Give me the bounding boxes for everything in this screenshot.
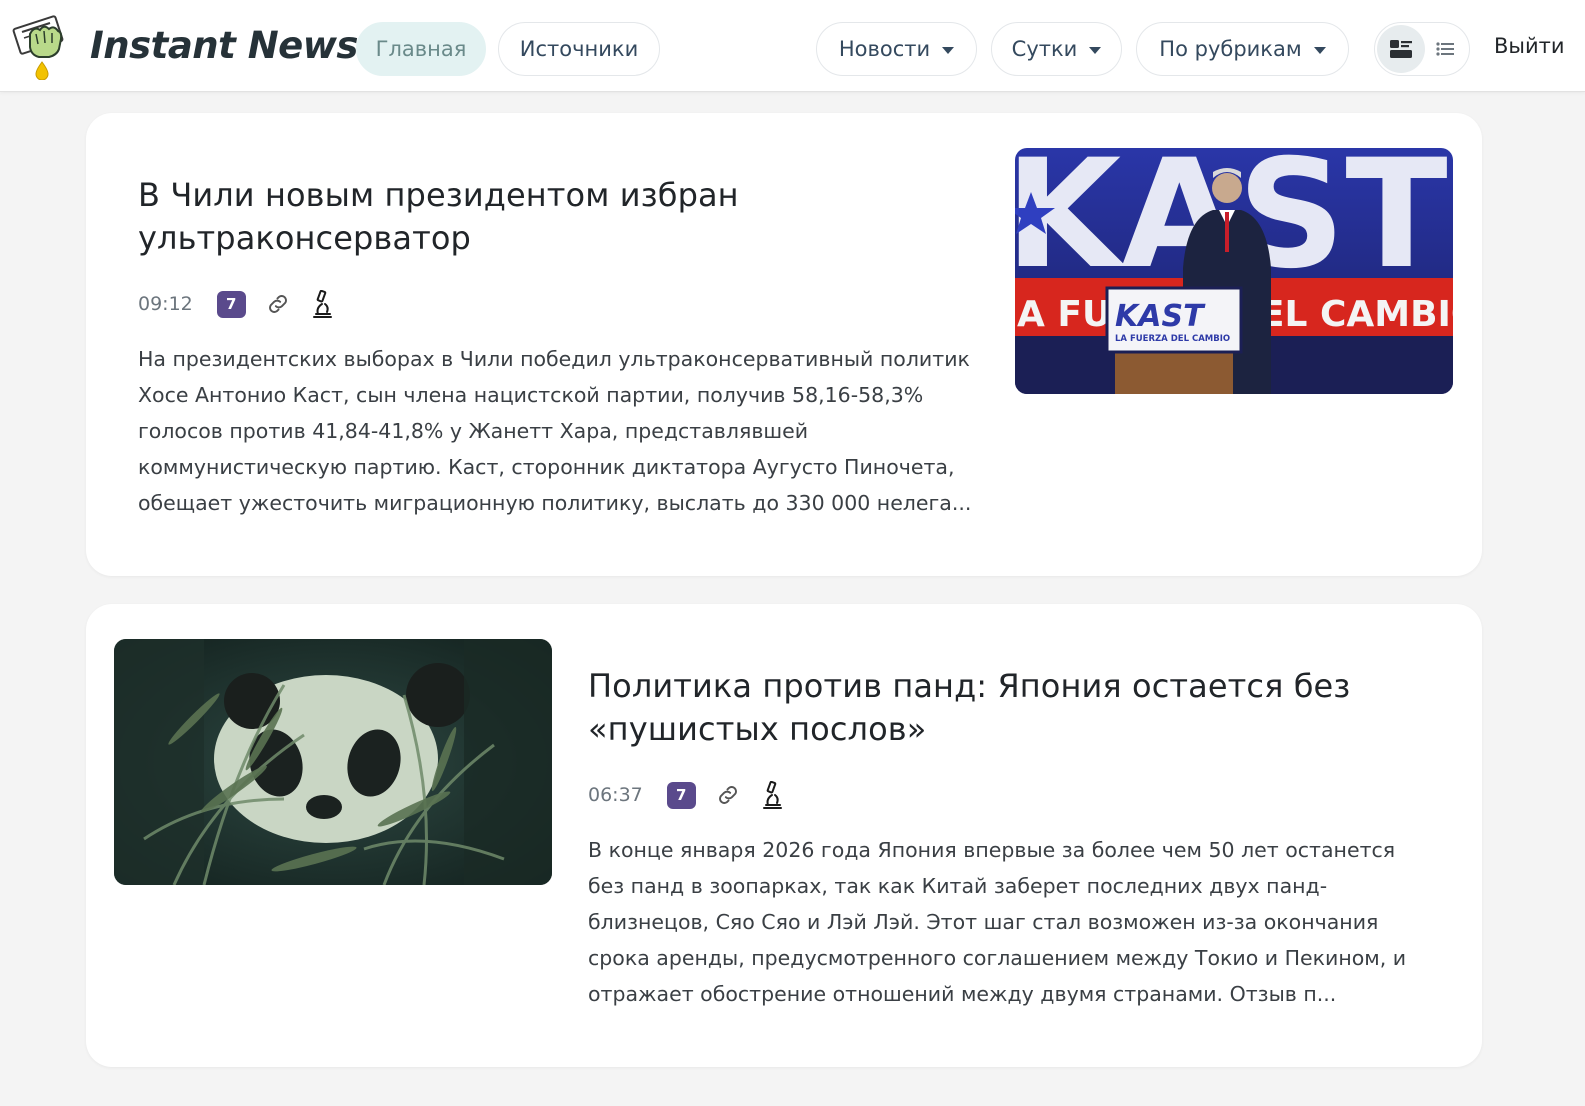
score-badge: 7 — [216, 290, 246, 318]
brand-name[interactable]: Instant News — [90, 24, 358, 67]
microscope-icon[interactable] — [308, 290, 336, 318]
podium-title: KAST — [1115, 299, 1206, 334]
nav-sources-button[interactable]: Источники — [498, 22, 660, 76]
nav-home-button[interactable]: Главная — [356, 22, 486, 76]
article-time: 09:12 — [138, 293, 193, 315]
rubrics-dropdown[interactable]: По рубрикам — [1136, 22, 1349, 76]
article-image-kast-speech[interactable]: KAST A FUERZA DEL CAMBIO KAST LA FUERZA … — [1015, 148, 1453, 394]
link-icon[interactable] — [714, 781, 742, 809]
news-dropdown[interactable]: Новости — [816, 22, 977, 76]
article-image-panda[interactable] — [114, 639, 552, 885]
rubrics-dropdown-label: По рубрикам — [1159, 37, 1302, 61]
list-view-icon — [1436, 42, 1454, 56]
news-card: Политика против панд: Япония остается бе… — [86, 604, 1482, 1067]
article-meta: 09:12 7 — [138, 289, 352, 319]
article-time: 06:37 — [588, 784, 643, 806]
card-view-icon — [1390, 40, 1412, 58]
article-summary: В конце января 2026 года Япония впервые … — [588, 838, 1407, 1006]
list-view-button[interactable] — [1421, 25, 1469, 73]
card-view-button[interactable] — [1377, 25, 1425, 73]
caret-down-icon — [1313, 46, 1326, 54]
nav-sources-label: Источники — [519, 37, 639, 61]
link-icon[interactable] — [264, 290, 292, 318]
score-badge: 7 — [666, 781, 696, 809]
podium-subtitle: LA FUERZA DEL CAMBIO — [1115, 334, 1230, 344]
article-title[interactable]: В Чили новым президентом избран ультрако… — [138, 174, 838, 260]
top-navbar: Instant News Главная Источники Новости С… — [0, 0, 1585, 92]
view-toggle — [1374, 22, 1470, 76]
caret-down-icon — [942, 46, 955, 54]
logout-link[interactable]: Выйти — [1494, 34, 1565, 58]
news-dropdown-label: Новости — [838, 37, 931, 61]
fist-newspaper-logo-icon[interactable] — [10, 12, 74, 81]
article-meta: 06:37 7 — [588, 780, 802, 810]
period-dropdown-label: Сутки — [1011, 37, 1078, 61]
period-dropdown[interactable]: Сутки — [991, 22, 1122, 76]
article-title[interactable]: Политика против панд: Япония остается бе… — [588, 665, 1408, 751]
article-summary: На президентских выборах в Чили победил … — [138, 347, 972, 515]
microscope-icon[interactable] — [758, 781, 786, 809]
caret-down-icon — [1089, 46, 1102, 54]
news-card: В Чили новым президентом избран ультрако… — [86, 113, 1482, 576]
nav-home-label: Главная — [375, 37, 467, 61]
